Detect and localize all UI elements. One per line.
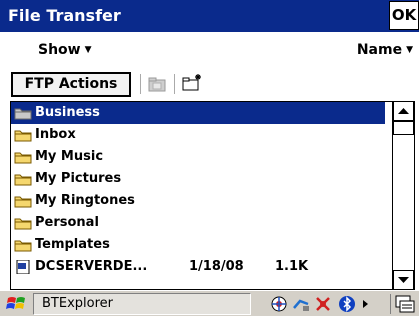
system-tray [270,293,386,315]
keyboard-icon[interactable] [395,294,415,314]
toolbar-divider [140,74,141,94]
file-size: 1.1K [275,259,309,274]
file-name: My Music [35,149,104,164]
windows-start-icon[interactable] [4,294,30,314]
tray-divider [390,294,391,314]
folder-icon [14,152,32,164]
active-task-button[interactable]: BTExplorer [33,293,251,315]
file-name: Business [35,105,100,120]
file-name: My Pictures [35,171,122,186]
file-row[interactable]: Personal [11,212,393,234]
file-row[interactable]: Inbox [11,124,393,146]
file-row[interactable]: Business [11,102,385,124]
file-list: Business Inbox My Music My Pictures My Ringt… [10,101,415,290]
show-menu[interactable]: Show ▼ [38,42,92,58]
file-name: Templates [35,237,110,252]
sort-name-menu[interactable]: Name ▼ [357,42,413,58]
chevron-down-icon: ▼ [406,45,413,55]
folder-icon [14,218,32,230]
scroll-thumb[interactable] [393,121,414,135]
menu-bar: Show ▼ Name ▼ [0,32,419,66]
taskbar: BTExplorer [0,290,419,316]
file-name: Personal [35,215,99,230]
file-name: My Ringtones [35,193,135,208]
ftp-actions-button[interactable]: FTP Actions [11,72,131,97]
network-icon[interactable] [292,295,310,313]
arrow-down-icon [398,277,409,283]
file-rows: Business Inbox My Music My Pictures My Ringt… [11,102,393,278]
file-row[interactable]: My Pictures [11,168,393,190]
toolbar: FTP Actions [0,66,419,100]
folder-icon [14,174,32,186]
file-icon [16,260,30,274]
file-date: 1/18/08 [189,259,244,274]
chevron-down-icon: ▼ [84,45,92,55]
bluetooth-icon[interactable] [338,295,356,313]
scroll-up-button[interactable] [393,102,414,121]
folder-icon [14,130,32,142]
folder-up-icon[interactable] [148,76,166,92]
special-folder-icon [14,108,32,120]
folder-icon [14,196,32,208]
window-title: File Transfer [8,6,121,25]
file-name: DCSERVERDE... [35,259,148,274]
scroll-down-button[interactable] [393,270,414,289]
folder-icon [14,240,32,252]
toolbar-divider [174,74,175,94]
chevron-right-icon[interactable] [360,295,370,313]
file-row[interactable]: My Ringtones [11,190,393,212]
connectivity-icon[interactable] [270,295,288,313]
file-name: Inbox [35,127,76,142]
arrow-up-icon [398,108,409,114]
file-row[interactable]: My Music [11,146,393,168]
file-row[interactable]: DCSERVERDE... 1/18/08 1.1K [11,256,393,278]
new-folder-icon[interactable] [182,72,204,92]
sort-name-label: Name [356,42,403,58]
signal-off-icon[interactable] [314,295,332,313]
title-bar: File Transfer OK [0,0,419,32]
show-menu-label: Show [38,42,81,58]
ok-button[interactable]: OK [389,1,419,30]
file-row[interactable]: Templates [11,234,393,256]
vertical-scrollbar[interactable] [392,102,414,289]
